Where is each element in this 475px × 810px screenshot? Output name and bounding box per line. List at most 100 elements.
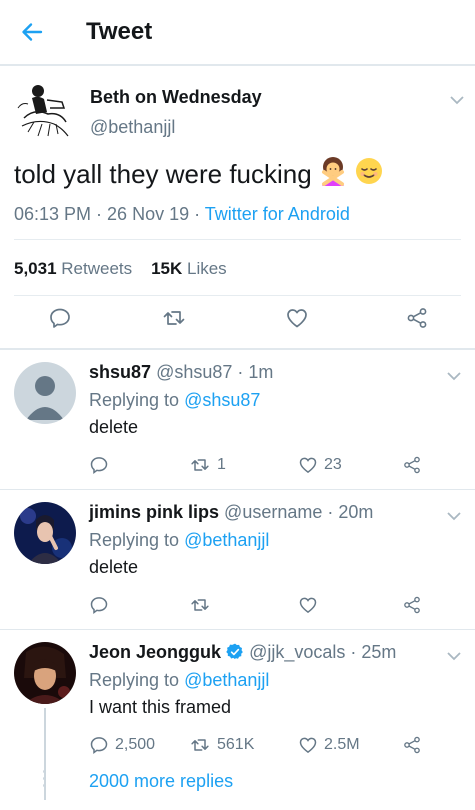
person-gesturing-no-emoji [318,156,348,193]
replying-to-handle[interactable]: @shsu87 [184,390,260,410]
thread-dots [43,770,46,791]
tweet-meta: 06:13 PM · 26 Nov 19 · Twitter for Andro… [14,204,350,224]
reply-header: shsu87 @shsu87 · 1m [89,362,273,383]
page-title: Tweet [86,18,153,45]
like-count: 2.5M [324,736,360,753]
share-icon [404,456,420,474]
top-bar: Tweet [0,0,475,66]
avatar[interactable] [14,642,76,704]
retweet-count: 561K [217,736,255,753]
heart-icon [299,597,317,613]
chevron-down-icon[interactable] [447,508,461,521]
share-button[interactable] [402,595,428,615]
retweet-icon [191,599,209,611]
reply-icon [90,737,108,754]
share-icon [404,736,420,754]
retweets-stat[interactable]: 5,031 Retweets [14,259,132,278]
like-button[interactable]: 2.5M [298,735,360,755]
replying-to-label: Replying to [89,670,180,690]
like-button[interactable]: 23 [298,455,342,475]
reply-actions: 1 23 [0,455,475,481]
reply-button[interactable] [89,455,115,475]
retweet-icon [191,459,209,471]
chevron-down-icon[interactable] [447,368,461,381]
reply-author-handle[interactable]: @username [224,502,322,522]
like-count: 23 [324,456,342,473]
reply-text: I want this framed [89,697,232,717]
retweet-button[interactable] [189,595,217,615]
heart-icon [299,737,317,753]
heart-icon [299,457,317,473]
replying-to: Replying to @bethanjjl [89,530,269,551]
share-icon[interactable] [405,306,429,330]
reply-header: jimins pink lips @username · 20m [89,502,373,523]
replying-to: Replying to @shsu87 [89,390,260,411]
separator-dot: · [327,502,334,522]
reply-text: delete [89,557,139,577]
likes-label: Likes [186,259,227,278]
reply-tweet[interactable]: shsu87 @shsu87 · 1m Replying to @shsu87 … [0,350,475,490]
heart-icon[interactable] [285,306,309,330]
retweet-button[interactable]: 1 [189,455,226,475]
reply-author-name[interactable]: Jeon Jeongguk [89,642,221,662]
replying-to-label: Replying to [89,530,180,550]
avatar[interactable] [14,78,74,140]
author-handle[interactable]: @bethanjjl [90,117,175,138]
divider [14,295,461,296]
chevron-down-icon[interactable] [450,92,464,105]
likes-stat[interactable]: 15K Likes [151,259,227,278]
reply-time: 20m [338,502,374,522]
reply-button[interactable] [89,595,115,615]
divider [14,239,461,240]
reply-icon [90,597,108,614]
author-name[interactable]: Beth on Wednesday [90,87,262,108]
separator-dot: · [350,642,357,662]
reply-author-handle[interactable]: @shsu87 [156,362,232,382]
reply-tweet[interactable]: Jeon Jeongguk @jjk_vocals · 25m Replying… [0,630,475,810]
reply-time: 25m [361,642,397,662]
tweet-source[interactable]: Twitter for Android [205,204,350,224]
like-button[interactable] [298,595,324,615]
replying-to: Replying to @bethanjjl [89,670,269,691]
reply-icon[interactable] [48,306,72,330]
arrow-left-icon[interactable] [20,20,44,44]
separator-dot: · [237,362,244,382]
likes-count: 15K [151,259,183,278]
reply-time: 1m [248,362,274,382]
tweet-text: told yall they were fucking [14,156,384,193]
reply-actions [0,595,475,621]
reply-icon [90,457,108,474]
replying-to-handle[interactable]: @bethanjjl [184,530,269,550]
reply-author-name[interactable]: jimins pink lips [89,502,219,522]
tweet-date: 26 Nov 19 [107,204,190,224]
share-button[interactable] [402,455,428,475]
retweets-label: Retweets [61,259,133,278]
reply-button[interactable]: 2,500 [89,735,155,755]
tweet-time: 06:13 PM [14,204,92,224]
reply-count: 2,500 [115,736,156,753]
reply-author-handle[interactable]: @jjk_vocals [249,642,345,662]
chevron-down-icon[interactable] [447,648,461,661]
reply-text: delete [89,417,139,437]
tweet-stats: 5,031 Retweets 15K Likes [14,259,227,279]
retweet-button[interactable]: 561K [189,735,254,755]
retweet-count: 1 [217,456,226,473]
reply-author-name[interactable]: shsu87 [89,362,151,382]
share-button[interactable] [402,735,428,755]
retweets-count: 5,031 [14,259,57,278]
tweet-text-body: told yall they were fucking [14,159,312,189]
verified-badge-icon [226,643,244,666]
reply-actions: 2,500 561K 2.5M [0,735,475,761]
share-icon [404,596,420,614]
avatar[interactable] [14,362,76,424]
replying-to-handle[interactable]: @bethanjjl [184,670,269,690]
avatar[interactable] [14,502,76,564]
replying-to-label: Replying to [89,390,180,410]
reply-header: Jeon Jeongguk @jjk_vocals · 25m [89,642,396,666]
retweet-icon[interactable] [162,306,186,330]
reply-tweet[interactable]: jimins pink lips @username · 20m Replyin… [0,490,475,630]
relieved-face-emoji [354,156,384,193]
tweet-actions [0,306,475,336]
retweet-icon [191,739,209,751]
more-replies-link[interactable]: 2000 more replies [89,771,233,792]
